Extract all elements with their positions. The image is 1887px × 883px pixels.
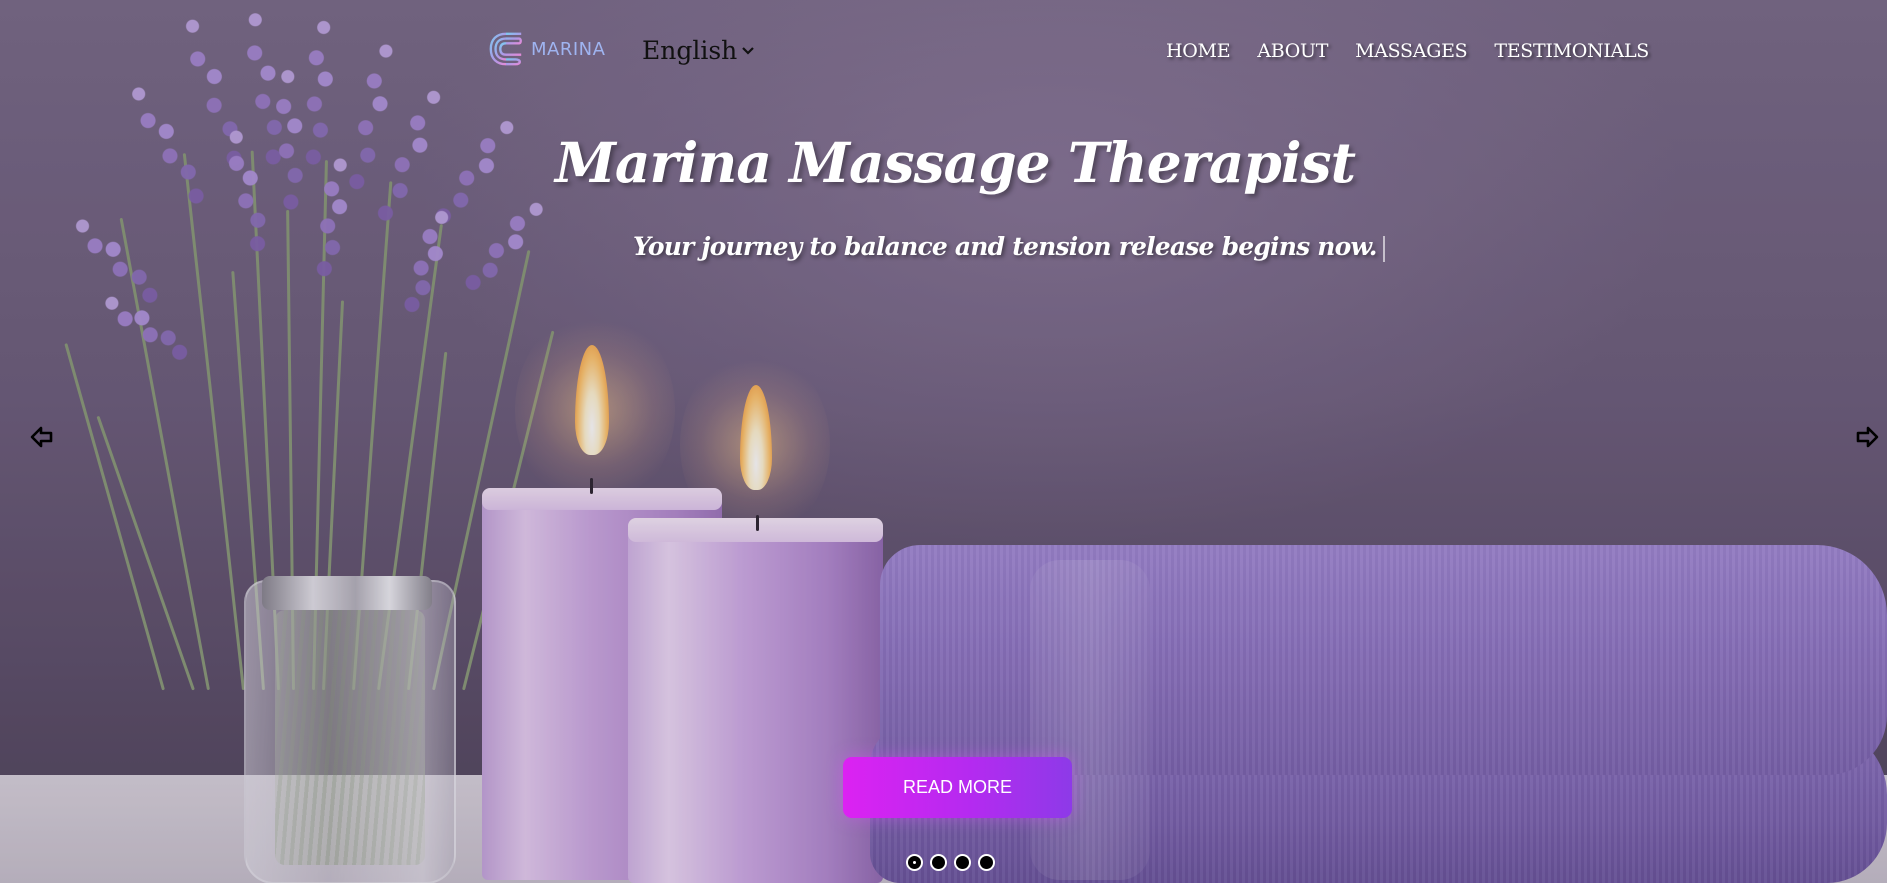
site-logo[interactable]: MARINA	[487, 30, 605, 68]
typing-caret	[1382, 235, 1385, 262]
chevron-down-icon	[742, 46, 755, 55]
language-selector[interactable]: English	[642, 36, 755, 65]
carousel-dot-2[interactable]	[930, 854, 947, 871]
read-more-button[interactable]: READ MORE	[843, 757, 1072, 818]
nav-home[interactable]: HOME	[1166, 40, 1231, 62]
nav-testimonials[interactable]: TESTIMONIALS	[1494, 40, 1649, 62]
arrow-right-icon[interactable]	[1854, 424, 1880, 450]
hero-title: Marina Massage Therapist	[554, 130, 1356, 195]
hero-subtitle-text: Your journey to balance and tension rele…	[633, 232, 1377, 261]
hero-subtitle: Your journey to balance and tension rele…	[633, 232, 1385, 262]
carousel-dots	[906, 854, 995, 871]
nav-about[interactable]: ABOUT	[1257, 40, 1328, 62]
carousel-dot-3[interactable]	[954, 854, 971, 871]
carousel-dot-4[interactable]	[978, 854, 995, 871]
main-nav: HOME ABOUT MASSAGES TESTIMONIALS	[1166, 40, 1649, 62]
logo-swirl-icon	[489, 32, 522, 66]
nav-massages[interactable]: MASSAGES	[1355, 40, 1468, 62]
carousel-dot-1[interactable]	[906, 854, 923, 871]
language-label: English	[642, 36, 738, 65]
arrow-left-icon[interactable]	[29, 424, 55, 450]
logo-text: MARINA	[531, 38, 606, 60]
